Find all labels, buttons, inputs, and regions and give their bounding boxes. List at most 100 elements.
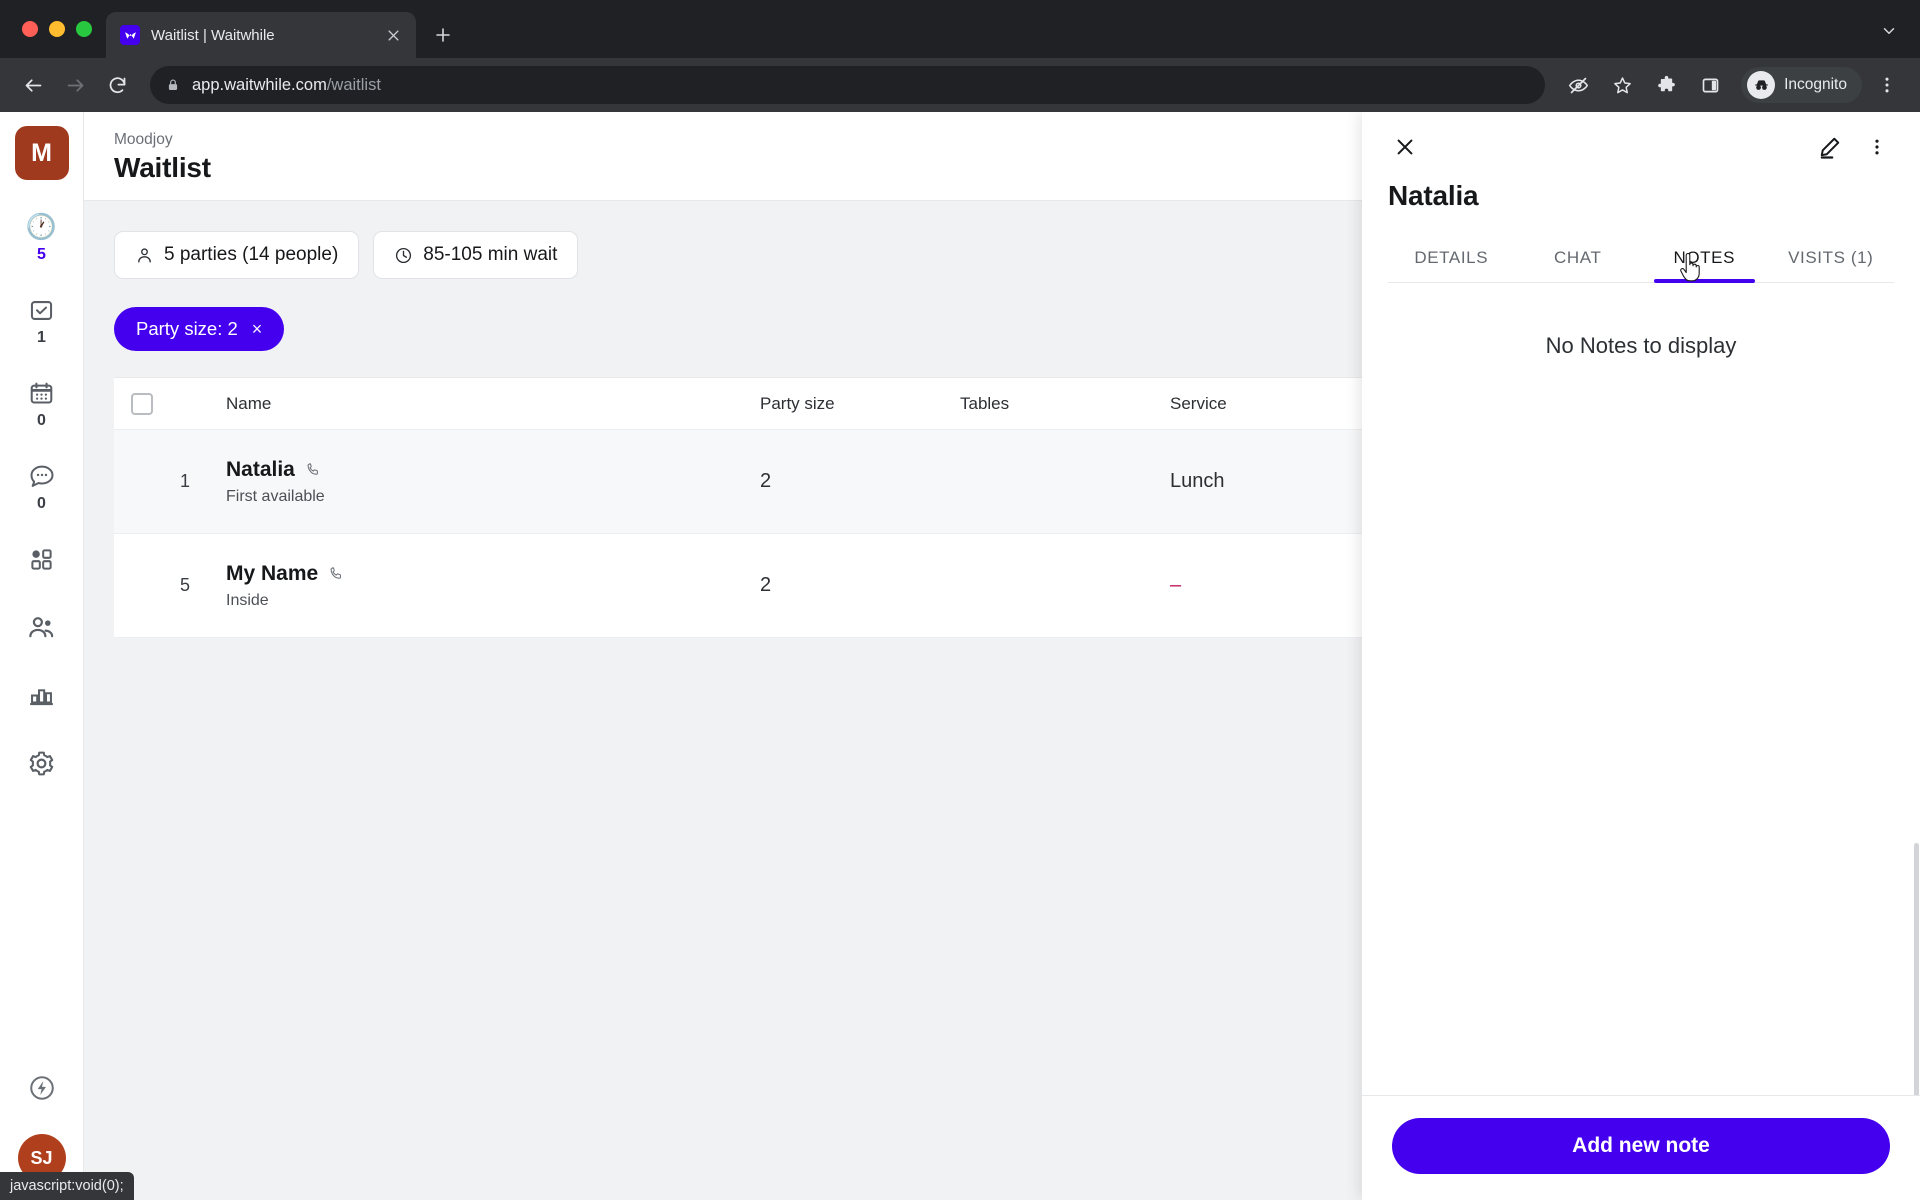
sidebar-item-analytics[interactable]: [10, 678, 74, 712]
new-tab-button[interactable]: [426, 18, 460, 52]
workspace-logo[interactable]: M: [14, 126, 69, 180]
filter-row: Party size: 2 ×: [114, 307, 1362, 352]
browser-menu-button[interactable]: [1868, 66, 1906, 104]
table-header-row: Name Party size Tables Service: [114, 378, 1362, 431]
tab-strip: Waitlist | Waitwhile: [0, 0, 1920, 58]
tab-search-chevron-down-icon[interactable]: [1872, 14, 1906, 48]
tab-details[interactable]: DETAILS: [1388, 238, 1515, 282]
sidebar-item-settings[interactable]: [10, 746, 74, 780]
row-name-main: Natalia: [226, 458, 744, 482]
forward-button[interactable]: [56, 66, 94, 104]
back-button[interactable]: [14, 66, 52, 104]
url-text: app.waitwhile.com/waitlist: [192, 75, 381, 94]
panel-more-button[interactable]: [1860, 130, 1894, 164]
sidebar-item-waitlist[interactable]: 🕐 5: [10, 210, 74, 263]
stats-row: 5 parties (14 people) 85-105 min wait: [114, 231, 1362, 280]
maximize-window-button[interactable]: [76, 21, 92, 37]
table-row[interactable]: 5 My Name Inside 2 –: [114, 534, 1362, 639]
incognito-icon: [1747, 71, 1776, 99]
panel-guest-name: Natalia: [1388, 180, 1479, 211]
table-header-tables: Tables: [960, 393, 1010, 413]
row-party-size: 2: [760, 574, 772, 597]
messages-count: 0: [37, 495, 46, 512]
add-new-note-button[interactable]: Add new note: [1392, 1118, 1890, 1174]
row-name-cell: My Name Inside: [218, 562, 752, 610]
panel-actions: [1812, 130, 1894, 164]
gear-icon: [27, 746, 56, 780]
remove-filter-icon[interactable]: ×: [252, 320, 263, 338]
panel-body: No Notes to display: [1362, 283, 1920, 1095]
served-count: 1: [37, 329, 46, 346]
person-icon: [135, 246, 154, 265]
sidebar-item-apps[interactable]: [10, 542, 74, 576]
filter-chip-party-size[interactable]: Party size: 2 ×: [114, 307, 285, 352]
table-header-name: Name: [226, 393, 272, 413]
toolbar-actions: Incognito: [1559, 66, 1906, 104]
left-nav-rail: M 🕐 5 1 0 0 SJ: [0, 112, 84, 1200]
lightning-circle-icon[interactable]: [27, 1073, 57, 1108]
calendar-icon: [28, 376, 55, 410]
people-icon: [27, 610, 56, 644]
panel-scrollbar[interactable]: [1913, 283, 1920, 1095]
sidebar-item-messages[interactable]: 0: [10, 459, 74, 512]
checkbox-icon: [131, 392, 153, 415]
minimize-window-button[interactable]: [49, 21, 65, 37]
row-party-size: 2: [760, 470, 772, 493]
panel-top-row: [1388, 130, 1894, 164]
tab-chat[interactable]: CHAT: [1515, 238, 1642, 282]
page-viewport: M 🕐 5 1 0 0 SJ Moodjoy Waitlist 5 partie…: [0, 112, 1920, 1200]
star-icon[interactable]: [1603, 66, 1641, 104]
window-controls: [14, 0, 106, 58]
browser-tab[interactable]: Waitlist | Waitwhile: [106, 12, 416, 58]
parties-stat-label: 5 parties (14 people): [164, 244, 339, 266]
row-subtitle: First available: [226, 487, 325, 505]
panel-scrollbar-thumb[interactable]: [1914, 843, 1919, 1095]
phone-icon: [305, 461, 322, 478]
table-header-party-size: Party size: [760, 393, 835, 413]
puzzle-icon[interactable]: [1647, 66, 1685, 104]
bar-chart-icon: [28, 678, 55, 712]
status-bar: javascript:void(0);: [0, 1172, 134, 1200]
waitwhile-logo-icon: [120, 25, 140, 45]
tab-title: Waitlist | Waitwhile: [151, 26, 275, 44]
profile-incognito-button[interactable]: Incognito: [1741, 67, 1862, 103]
tab-notes[interactable]: NOTES: [1641, 238, 1768, 283]
chat-bubble-icon: [28, 459, 56, 493]
select-all-checkbox[interactable]: [114, 392, 170, 415]
address-bar[interactable]: app.waitwhile.com/waitlist: [150, 66, 1546, 104]
row-name: Natalia: [226, 457, 295, 481]
checkbox-check-icon: [28, 293, 55, 327]
eye-off-icon[interactable]: [1559, 66, 1597, 104]
bookings-count: 0: [37, 412, 46, 429]
breadcrumb: Moodjoy: [114, 131, 173, 148]
side-panel-icon[interactable]: [1691, 66, 1729, 104]
clock-emoji-icon: 🕐: [25, 212, 58, 241]
edit-pencil-icon[interactable]: [1812, 130, 1846, 164]
sidebar-item-bookings[interactable]: 0: [10, 376, 74, 429]
parties-stat-chip[interactable]: 5 parties (14 people): [114, 231, 360, 280]
panel-footer: Add new note: [1362, 1095, 1920, 1200]
panel-tabs: DETAILS CHAT NOTES VISITS (1): [1388, 238, 1894, 283]
waitlist-table: Name Party size Tables Service 1 Natalia: [114, 377, 1362, 639]
row-name-main: My Name: [226, 562, 744, 586]
close-panel-button[interactable]: [1388, 130, 1422, 164]
wait-time-stat-label: 85-105 min wait: [423, 244, 558, 266]
clock-icon: [394, 246, 413, 265]
sidebar-item-customers[interactable]: [10, 610, 74, 644]
empty-state-message: No Notes to display: [1545, 333, 1737, 358]
table-header-service: Service: [1170, 393, 1227, 413]
table-row[interactable]: 1 Natalia First available 2 Lunch: [114, 430, 1362, 535]
row-position: 1: [180, 471, 191, 492]
content-area: 5 parties (14 people) 85-105 min wait Pa…: [84, 201, 1362, 1200]
row-subtitle: Inside: [226, 591, 269, 609]
panel-header: Natalia DETAILS CHAT NOTES VISITS (1): [1362, 112, 1920, 283]
sidebar-item-served[interactable]: 1: [10, 293, 74, 346]
tab-visits[interactable]: VISITS (1): [1768, 238, 1895, 282]
close-tab-button[interactable]: [382, 24, 404, 46]
reload-button[interactable]: [98, 66, 136, 104]
close-window-button[interactable]: [22, 21, 38, 37]
wait-time-stat-chip[interactable]: 85-105 min wait: [373, 231, 579, 280]
phone-icon: [328, 565, 345, 582]
browser-window: Waitlist | Waitwhile app.waitwhile.com/w: [0, 0, 1920, 1200]
row-position: 5: [180, 575, 191, 596]
